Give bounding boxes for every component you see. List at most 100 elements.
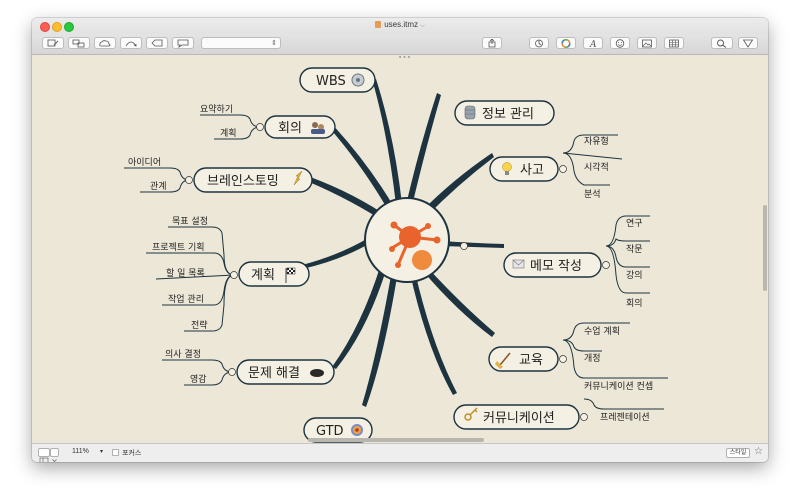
leaf-research[interactable]: 연구: [626, 218, 643, 229]
star-icon[interactable]: ☆: [754, 446, 763, 457]
cloud-button[interactable]: [94, 37, 116, 49]
leaf-strategy[interactable]: 전략: [191, 319, 208, 331]
branch-education: [423, 267, 495, 337]
leaf-concept[interactable]: 커뮤니케이션 컨셉: [584, 381, 653, 392]
branch-meeting: [327, 123, 394, 210]
note-button[interactable]: [172, 37, 194, 49]
horizontal-scrollbar[interactable]: [308, 438, 484, 442]
image-button[interactable]: [637, 37, 657, 49]
leaf-decision[interactable]: 의사 결정: [165, 349, 201, 360]
search-icon: [717, 39, 727, 48]
collapse-toggle-education[interactable]: [559, 355, 567, 363]
branch-info: [406, 93, 441, 206]
style-button[interactable]: 스타일: [726, 448, 750, 458]
notes-panel-button[interactable]: [529, 37, 549, 49]
leaf-task[interactable]: 작업 관리: [168, 294, 204, 305]
collapse-toggle-center[interactable]: [460, 242, 468, 250]
leaf-project[interactable]: 프로젝트 기획: [152, 241, 205, 253]
new-topic-icon: [47, 39, 59, 47]
title-chevron-icon[interactable]: ⌵: [420, 23, 425, 29]
sidebar-menu-button[interactable]: [50, 448, 59, 462]
status-bar: 111% ▾ 포커스 스타일 ☆: [32, 443, 768, 462]
mindmap-svg: WBS 회의 브레인스토밍 계획 문제 해결 GTD 정보 관리 사고 메모 작…: [124, 67, 668, 443]
font-button[interactable]: A: [583, 37, 603, 49]
topic-info-label: 정보 관리: [482, 107, 534, 122]
branch-plan: [302, 237, 372, 269]
vertical-scrollbar[interactable]: [763, 205, 767, 291]
zoom-level[interactable]: 111%: [72, 448, 89, 455]
emoji-button[interactable]: [610, 37, 630, 49]
app-window: uses.itmz ⌵ ⇕ A ∙∙∙ WBS 회의 브레인스토밍 계획 문제 …: [32, 18, 768, 462]
topic-memo[interactable]: 메모 작성: [503, 252, 610, 278]
relationship-button[interactable]: [120, 37, 142, 49]
notes-panel-icon: [535, 39, 543, 48]
topic-meeting[interactable]: 회의: [256, 115, 336, 139]
collapse-toggle-brainstorm[interactable]: [185, 176, 193, 184]
topic-communication-label: 커뮤니케이션: [483, 411, 555, 426]
topic-education[interactable]: 교육: [488, 346, 567, 372]
leaf-visual[interactable]: 시각적: [584, 161, 609, 173]
sidebar-toggle-button[interactable]: [38, 448, 50, 462]
topic-brainstorm[interactable]: 브레인스토밍: [185, 167, 313, 193]
document-icon: [375, 21, 382, 28]
focus-checkbox[interactable]: [112, 449, 119, 456]
sidebar-icon: [39, 457, 49, 462]
topic-wbs[interactable]: WBS: [299, 67, 376, 93]
collapse-toggle-memo[interactable]: [602, 261, 610, 269]
window-title[interactable]: uses.itmz: [384, 20, 418, 29]
leaf-analysis[interactable]: 분석: [584, 189, 601, 200]
collapse-toggle-meeting[interactable]: [256, 123, 264, 131]
leaf-todo[interactable]: 할 일 목록: [166, 268, 205, 279]
topic-plan[interactable]: 계획: [230, 261, 310, 287]
database-icon: [464, 105, 476, 120]
collapse-toggle-thinking[interactable]: [559, 165, 567, 173]
style-select[interactable]: ⇕: [201, 37, 281, 49]
svg-text:A: A: [589, 40, 597, 48]
relationship-icon: [125, 41, 137, 47]
leaf-plan-meeting[interactable]: 계획: [220, 127, 237, 139]
leaf-relation[interactable]: 관계: [150, 180, 167, 192]
leaf-lesson[interactable]: 수업 계획: [584, 325, 620, 337]
share-button[interactable]: [482, 37, 502, 49]
topic-communication[interactable]: 커뮤니케이션: [453, 404, 588, 430]
collapse-toggle-communication[interactable]: [580, 413, 588, 421]
mindmap-canvas[interactable]: ∙∙∙ WBS 회의 브레인스토밍 계획 문제 해결 GTD 정보 관리 사고 …: [32, 55, 768, 443]
search-button[interactable]: [711, 37, 733, 49]
font-icon: A: [589, 40, 597, 48]
leaf-meeting2[interactable]: 회의: [626, 298, 643, 309]
topic-education-label: 교육: [519, 353, 543, 368]
color-wheel-icon: [561, 39, 571, 48]
leaf-freeform[interactable]: 자유형: [584, 136, 609, 147]
collapse-toggle-problem[interactable]: [228, 368, 236, 376]
leaf-inspiration[interactable]: 영감: [190, 373, 207, 385]
zoom-chevron-icon[interactable]: ▾: [100, 448, 103, 455]
filter-button[interactable]: [738, 37, 758, 49]
select-chevron-icon: ⇕: [271, 39, 277, 47]
leaf-lecture[interactable]: 강의: [626, 270, 643, 281]
hat-icon: [310, 369, 324, 377]
leaf-writing[interactable]: 작문: [626, 244, 643, 255]
color-button[interactable]: [556, 37, 576, 49]
branch-memo: [442, 241, 504, 248]
leaf-summary[interactable]: 요약하기: [200, 103, 233, 115]
topic-problem[interactable]: 문제 해결: [228, 359, 335, 385]
callout-button[interactable]: [146, 37, 168, 49]
add-child-button[interactable]: [68, 37, 90, 49]
table-icon: [669, 39, 679, 48]
leaf-idea[interactable]: 아이디어: [128, 157, 161, 168]
leaf-line-concept: [562, 339, 668, 379]
central-topic[interactable]: [364, 197, 468, 283]
leaf-line-decision: [162, 359, 233, 373]
topic-plan-label: 계획: [251, 268, 275, 283]
collapse-toggle-plan[interactable]: [230, 271, 238, 279]
table-button[interactable]: [664, 37, 684, 49]
new-topic-button[interactable]: [42, 37, 64, 49]
add-child-icon: [72, 39, 85, 48]
topic-info[interactable]: 정보 관리: [454, 100, 555, 126]
leaf-goal[interactable]: 목표 설정: [172, 216, 208, 227]
topic-thinking[interactable]: 사고: [489, 156, 567, 182]
topic-problem-label: 문제 해결: [248, 366, 300, 381]
leaf-line-idea: [124, 167, 190, 181]
leaf-revision[interactable]: 개정: [584, 353, 601, 364]
leaf-presentation[interactable]: 프레젠테이션: [600, 412, 650, 423]
